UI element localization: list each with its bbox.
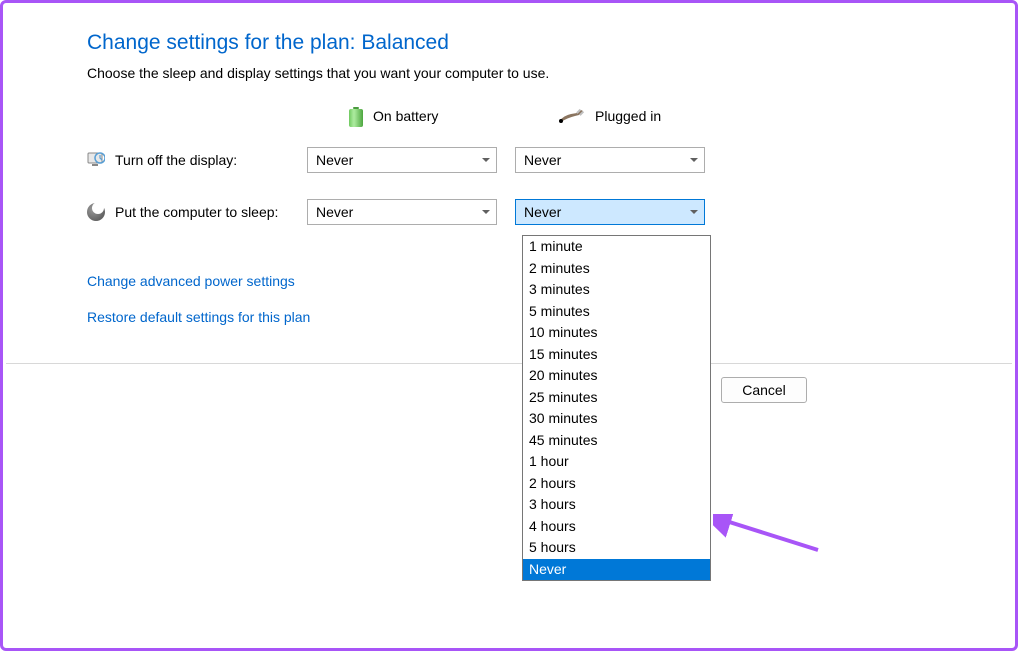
sleep-setting-label: Put the computer to sleep:: [115, 204, 278, 220]
moon-icon: [87, 203, 105, 221]
dropdown-option[interactable]: 25 minutes: [523, 387, 710, 409]
dropdown-option[interactable]: 10 minutes: [523, 322, 710, 344]
display-icon: [87, 151, 105, 169]
cancel-button[interactable]: Cancel: [721, 377, 807, 403]
page-title: Change settings for the plan: Balanced: [87, 31, 1015, 55]
sleep-plugged-dropdown-list: 1 minute 2 minutes 3 minutes 5 minutes 1…: [522, 235, 711, 581]
display-plugged-value: Never: [524, 152, 561, 168]
arrow-annotation: [713, 514, 823, 554]
plug-icon: [557, 107, 585, 125]
dropdown-option[interactable]: 1 hour: [523, 451, 710, 473]
chevron-down-icon: [690, 210, 698, 214]
sleep-battery-select[interactable]: Never: [307, 199, 497, 225]
chevron-down-icon: [482, 210, 490, 214]
plugged-column-header: Plugged in: [557, 107, 765, 125]
display-battery-select[interactable]: Never: [307, 147, 497, 173]
dropdown-option[interactable]: 3 minutes: [523, 279, 710, 301]
sleep-setting-row: Put the computer to sleep: Never Never: [87, 199, 1015, 225]
dropdown-option[interactable]: 3 hours: [523, 494, 710, 516]
battery-icon: [349, 105, 363, 127]
dropdown-option[interactable]: 2 hours: [523, 473, 710, 495]
sleep-plugged-select[interactable]: Never: [515, 199, 705, 225]
page-subtitle: Choose the sleep and display settings th…: [87, 65, 1015, 81]
sleep-battery-value: Never: [316, 204, 353, 220]
dropdown-option[interactable]: 30 minutes: [523, 408, 710, 430]
battery-column-header: On battery: [349, 105, 557, 127]
dropdown-option[interactable]: 45 minutes: [523, 430, 710, 452]
plugged-label: Plugged in: [595, 108, 661, 124]
dropdown-option[interactable]: 5 minutes: [523, 301, 710, 323]
dropdown-option[interactable]: 1 minute: [523, 236, 710, 258]
display-battery-value: Never: [316, 152, 353, 168]
display-setting-row: Turn off the display: Never Never: [87, 147, 1015, 173]
display-plugged-select[interactable]: Never: [515, 147, 705, 173]
display-setting-label: Turn off the display:: [115, 152, 237, 168]
sleep-plugged-value: Never: [524, 204, 561, 220]
chevron-down-icon: [690, 158, 698, 162]
chevron-down-icon: [482, 158, 490, 162]
battery-label: On battery: [373, 108, 438, 124]
dropdown-option[interactable]: 15 minutes: [523, 344, 710, 366]
divider: [6, 363, 1012, 364]
dropdown-option-selected[interactable]: Never: [523, 559, 710, 581]
dropdown-option[interactable]: 4 hours: [523, 516, 710, 538]
power-mode-header-row: On battery Plugged in: [87, 105, 1015, 127]
dropdown-option[interactable]: 20 minutes: [523, 365, 710, 387]
dropdown-option[interactable]: 2 minutes: [523, 258, 710, 280]
dropdown-option[interactable]: 5 hours: [523, 537, 710, 559]
